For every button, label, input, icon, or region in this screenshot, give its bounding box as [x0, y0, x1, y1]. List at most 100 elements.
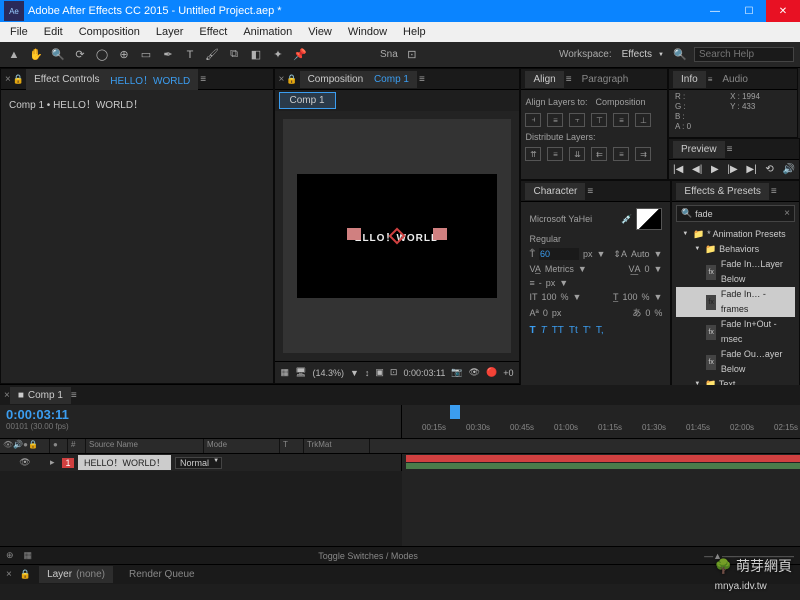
menu-view[interactable]: View: [302, 24, 338, 40]
tab-align[interactable]: Align: [525, 71, 563, 88]
comp-subtab[interactable]: Comp 1: [279, 92, 336, 109]
lock-icon[interactable]: [286, 74, 297, 85]
shy-icon[interactable]: ⊕: [6, 550, 14, 561]
layer-name[interactable]: HELLO！WORLD！: [78, 455, 171, 470]
kerning-value[interactable]: Metrics: [545, 264, 574, 274]
toggle-switches[interactable]: Toggle Switches / Modes: [318, 551, 418, 561]
hscale-value[interactable]: 100: [622, 292, 637, 302]
panel-close-icon[interactable]: ×: [6, 569, 12, 580]
tree-item[interactable]: Fade Ou…ayer Below: [676, 347, 795, 377]
tree-item[interactable]: Fade In… - frames: [676, 287, 795, 317]
tab-character[interactable]: Character: [525, 183, 585, 200]
baseline-value[interactable]: 0: [543, 308, 548, 318]
camera-tool-icon[interactable]: ◯: [94, 47, 110, 63]
resolution-icon[interactable]: ↕: [365, 368, 370, 378]
prev-frame-icon[interactable]: ◀|: [692, 164, 702, 175]
exposure-icon[interactable]: +0: [503, 368, 513, 378]
tree-item[interactable]: Fade In+Out - msec: [676, 317, 795, 347]
dist-left-icon[interactable]: ⇇: [591, 147, 607, 161]
layer-bar-audio[interactable]: [406, 463, 800, 469]
menu-edit[interactable]: Edit: [38, 24, 69, 40]
snap-label[interactable]: Sna: [380, 49, 398, 60]
font-family-dropdown[interactable]: Microsoft YaHei: [529, 214, 617, 224]
align-target-dropdown[interactable]: Composition: [592, 96, 660, 108]
composition-viewer[interactable]: ELLO！WORLD: [283, 119, 512, 353]
shape-tool-icon[interactable]: ▭: [138, 47, 154, 63]
pen-tool-icon[interactable]: ✒: [160, 47, 176, 63]
tracking-value[interactable]: 0: [644, 264, 649, 274]
channel-icon[interactable]: ⊡: [390, 367, 398, 378]
panel-menu-icon[interactable]: [727, 144, 733, 155]
stroke-value[interactable]: -: [539, 278, 542, 288]
menu-help[interactable]: Help: [397, 24, 432, 40]
eyedropper-icon[interactable]: 💉: [621, 214, 632, 225]
minimize-button[interactable]: —: [698, 0, 732, 22]
zoom-dropdown[interactable]: (14.3%): [312, 368, 344, 378]
dist-bottom-icon[interactable]: ⇊: [569, 147, 585, 161]
dist-vcenter-icon[interactable]: ≡: [547, 147, 563, 161]
rotate-tool-icon[interactable]: ⟳: [72, 47, 88, 63]
font-size-input[interactable]: [539, 248, 579, 260]
snapshot-icon[interactable]: 📷: [451, 367, 462, 378]
pan-behind-tool-icon[interactable]: ⊕: [116, 47, 132, 63]
playhead-icon[interactable]: [450, 405, 460, 419]
tab-paragraph[interactable]: Paragraph: [574, 71, 637, 88]
align-left-icon[interactable]: ⫞: [525, 113, 541, 127]
panel-close-icon[interactable]: ×: [5, 74, 11, 85]
last-frame-icon[interactable]: ▶|: [746, 164, 756, 175]
clone-tool-icon[interactable]: ⧉: [226, 47, 242, 63]
panel-close-icon[interactable]: ×: [279, 74, 285, 85]
selection-tool-icon[interactable]: ▲: [6, 47, 22, 63]
menu-layer[interactable]: Layer: [150, 24, 190, 40]
puppet-tool-icon[interactable]: 📌: [292, 47, 308, 63]
help-search-input[interactable]: [694, 47, 794, 62]
grid-icon[interactable]: ▦: [281, 367, 290, 378]
panel-menu-icon[interactable]: [200, 74, 206, 85]
panel-menu-icon[interactable]: [708, 75, 713, 84]
dist-hcenter-icon[interactable]: ≡: [613, 147, 629, 161]
search-icon[interactable]: 🔍: [672, 47, 688, 63]
tab-composition[interactable]: Composition Comp 1: [300, 71, 417, 88]
workspace-selector[interactable]: Effects: [618, 48, 666, 61]
tab-preview[interactable]: Preview: [673, 141, 725, 158]
brush-tool-icon[interactable]: 🖌: [204, 47, 220, 63]
panel-menu-icon[interactable]: [587, 186, 593, 197]
tree-item[interactable]: 📁 * Animation Presets: [676, 227, 795, 242]
panel-menu-icon[interactable]: [419, 74, 425, 85]
tab-audio[interactable]: Audio: [714, 71, 756, 88]
tab-info[interactable]: Info: [673, 71, 706, 88]
lock-icon[interactable]: [20, 569, 31, 580]
panel-menu-icon[interactable]: [771, 186, 777, 197]
italic-icon[interactable]: T: [541, 325, 547, 336]
allcaps-icon[interactable]: TT: [552, 325, 564, 336]
menu-file[interactable]: File: [4, 24, 34, 40]
roto-tool-icon[interactable]: ✦: [270, 47, 286, 63]
superscript-icon[interactable]: T': [583, 325, 591, 336]
first-frame-icon[interactable]: |◀: [673, 164, 683, 175]
panel-menu-icon[interactable]: [566, 74, 572, 85]
align-bottom-icon[interactable]: ⊥: [635, 113, 651, 127]
tab-effect-controls[interactable]: Effect Controls HELLO！WORLD: [26, 69, 198, 90]
mask-icon[interactable]: ▣: [375, 367, 384, 378]
align-hcenter-icon[interactable]: ≡: [547, 113, 563, 127]
tsumi-value[interactable]: 0: [645, 308, 650, 318]
current-time[interactable]: 0:00:03:11: [6, 407, 395, 422]
dist-right-icon[interactable]: ⇉: [635, 147, 651, 161]
dist-top-icon[interactable]: ⇈: [525, 147, 541, 161]
next-frame-icon[interactable]: |▶: [727, 164, 737, 175]
color-swatch[interactable]: [636, 208, 662, 230]
menu-animation[interactable]: Animation: [237, 24, 298, 40]
timeline-track[interactable]: [402, 454, 800, 546]
close-button[interactable]: ✕: [766, 0, 800, 22]
play-icon[interactable]: ▶: [711, 164, 719, 175]
menu-window[interactable]: Window: [342, 24, 393, 40]
hand-tool-icon[interactable]: ✋: [28, 47, 44, 63]
subscript-icon[interactable]: T,: [596, 325, 604, 336]
tab-effects-presets[interactable]: Effects & Presets: [676, 183, 769, 200]
align-top-icon[interactable]: ⊤: [591, 113, 607, 127]
monitor-icon[interactable]: 🖥: [295, 367, 306, 378]
mute-icon[interactable]: 🔊: [783, 164, 795, 175]
text-tool-icon[interactable]: T: [182, 47, 198, 63]
frame-blend-icon[interactable]: ▦: [24, 550, 33, 561]
bold-icon[interactable]: T: [529, 325, 535, 336]
